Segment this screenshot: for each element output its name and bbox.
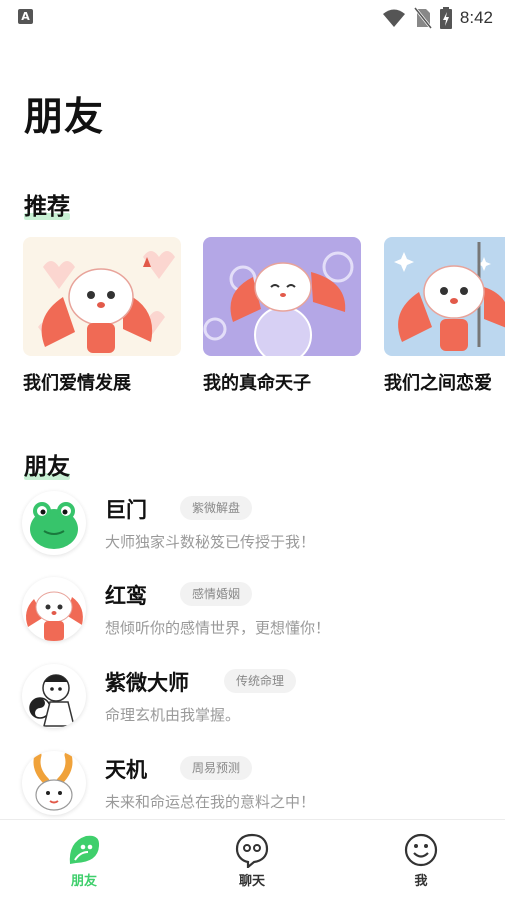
friend-desc: 未来和命运总在我的意料之中！ — [105, 793, 316, 811]
friend-name: 红鸾 — [105, 584, 147, 608]
friend-desc: 大师独家斗数秘笈已传授于我！ — [105, 533, 316, 551]
chat-bubble-icon — [234, 832, 270, 870]
card-label: 我们爱情发展 — [23, 373, 131, 394]
smiley-icon — [403, 832, 439, 868]
friend-name: 紫微大师 — [105, 671, 189, 695]
app-notification-icon: A — [18, 9, 33, 24]
friend-tag: 传统命理 — [224, 669, 297, 693]
friend-name: 天机 — [105, 758, 147, 782]
status-bar: A 8:42 — [0, 0, 505, 36]
wifi-icon — [382, 9, 405, 27]
nav-friends[interactable]: 朋友 — [44, 832, 124, 889]
friend-tag: 周易预测 — [180, 756, 253, 780]
card-label: 我们之间恋爱 — [384, 373, 492, 394]
rabbit-avatar-icon — [22, 577, 86, 641]
card-image-destiny — [203, 237, 361, 356]
bunny-avatar-icon — [22, 751, 86, 815]
friend-name: 巨门 — [105, 498, 147, 522]
recommend-card[interactable]: 我们爱情发展 — [23, 237, 181, 395]
battery-icon — [439, 7, 452, 29]
leaf-chat-icon — [66, 832, 102, 868]
recommend-card[interactable]: 我的真命天子 — [203, 237, 361, 395]
friend-item[interactable]: 红鸾 感情婚姻 想倾听你的感情世界，更想懂你！ — [22, 577, 505, 657]
friend-item[interactable]: 紫微大师 传统命理 命理玄机由我掌握。 — [22, 664, 505, 744]
frog-avatar-icon — [22, 491, 86, 555]
clock: 8:42 — [459, 8, 493, 27]
master-avatar-icon — [22, 664, 86, 728]
friend-desc: 命理玄机由我掌握。 — [105, 706, 241, 724]
card-label: 我的真命天子 — [203, 373, 311, 394]
nav-me[interactable]: 我 — [381, 832, 461, 889]
page-title: 朋友 — [24, 95, 105, 140]
friend-tag: 感情婚姻 — [180, 582, 253, 606]
recommend-card[interactable]: 我们之间恋爱 — [384, 237, 505, 395]
bottom-nav: 朋友 聊天 我 — [0, 819, 505, 900]
no-sim-icon — [413, 7, 432, 29]
nav-label: 朋友 — [70, 874, 97, 889]
section-title-recommend: 推荐 — [24, 187, 70, 221]
friend-desc: 想倾听你的感情世界，更想懂你！ — [105, 619, 331, 637]
card-image-romance — [384, 237, 505, 356]
nav-label: 聊天 — [238, 874, 265, 889]
friend-item[interactable]: 巨门 紫微解盘 大师独家斗数秘笈已传授于我！ — [22, 491, 505, 571]
section-title-friends: 朋友 — [24, 447, 70, 481]
card-image-love — [23, 237, 181, 356]
nav-chat[interactable]: 聊天 — [212, 832, 292, 889]
friend-tag: 紫微解盘 — [180, 496, 253, 520]
recommend-carousel[interactable]: 我们爱情发展 我的真命天子 我们之间恋爱 — [23, 237, 505, 397]
nav-label: 我 — [414, 874, 428, 889]
